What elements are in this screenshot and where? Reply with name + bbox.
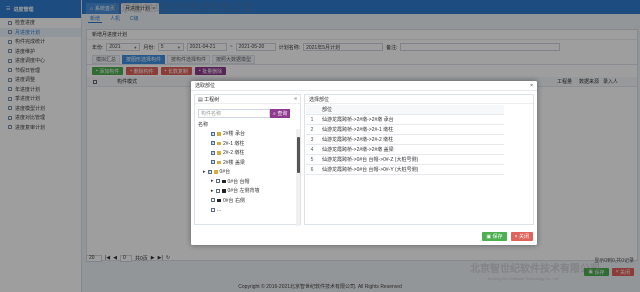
folder-icon: [217, 151, 221, 155]
tree-checkbox[interactable]: ✓: [211, 150, 215, 155]
dialog-save-button[interactable]: ▣ 保存: [482, 232, 507, 241]
tree-checkbox[interactable]: ✓: [211, 141, 215, 146]
folder-icon: [221, 179, 226, 183]
table-row[interactable]: 4 仙游龙霞跨桥->2#墩->2#墩 盖梁: [306, 145, 504, 155]
folder-icon: [213, 170, 218, 174]
expand-icon[interactable]: ▸: [203, 169, 206, 175]
selected-locations-grid: 部位 1 仙游龙霞跨桥->2#墩->2#墩 承台 2 仙游龙霞跨桥->2#墩->2#-1…: [306, 105, 504, 175]
project-tree-panel: ▤ 工程树 « 构件名称 ⌕ 查询 名称 ✓ 2#楼 承台 ✓ 2#-1 墩柱 ✓ 2#-2…: [194, 94, 301, 226]
table-row[interactable]: 1 仙游龙霞跨桥->2#墩->2#墩 承台: [306, 115, 504, 125]
table-row[interactable]: 6 仙游龙霞跨桥->0#台 台帽->0#-Y (大桩号侧): [306, 165, 504, 175]
table-row[interactable]: 2 仙游龙霞跨桥->2#墩->2#-1 墩柱: [306, 125, 504, 135]
tree-panel-header: ▤ 工程树 «: [195, 95, 300, 104]
folder-icon: [217, 160, 221, 164]
row-index: 1: [310, 116, 314, 123]
close-icon[interactable]: ×: [530, 83, 533, 89]
grid-header-row: 部位: [306, 105, 504, 115]
tree-node-label: 2#-1 墩柱: [223, 140, 245, 147]
tree-scrollbar[interactable]: [296, 129, 300, 226]
tree-checkbox[interactable]: [215, 188, 220, 193]
tree-checkbox[interactable]: [215, 179, 220, 184]
row-index: 3: [310, 136, 314, 143]
button-label: 关闭: [518, 234, 529, 240]
selected-panel-header: 选择部位: [305, 95, 533, 104]
tree-node[interactable]: ✓ 2#楼 盖梁: [195, 158, 295, 168]
folder-icon: [217, 132, 221, 136]
project-tree: ✓ 2#楼 承台 ✓ 2#-1 墩柱 ✓ 2#-2 墩柱 ✓ 2#楼 盖梁 ▸ ✓ 0#台 ▸ 0#台 …: [195, 129, 295, 226]
tree-node-label: ...: [217, 206, 222, 213]
tree-node[interactable]: ▸ ✓ 0#台: [195, 167, 295, 177]
dialog-title: 选取部位: [195, 83, 216, 89]
tree-node-label: 0#台 右侧: [223, 197, 245, 204]
tree-node[interactable]: ▸ 0#台 左侧背墙: [195, 186, 295, 196]
tree-checkbox[interactable]: ✓: [211, 160, 215, 165]
tree-checkbox[interactable]: ✓: [207, 169, 212, 174]
tree-node[interactable]: ...: [195, 205, 295, 215]
folder-icon: [221, 189, 226, 193]
tree-node-label: 2#楼 承台: [223, 131, 245, 138]
tree-checkbox[interactable]: [211, 207, 215, 212]
tree-column-label: 名称: [198, 122, 209, 128]
close-icon: ×: [514, 233, 518, 240]
row-index: 2: [310, 126, 314, 133]
row-location: 仙游龙霞跨桥->2#墩->2#-1 墩柱: [322, 127, 394, 133]
row-location: 仙游龙霞跨桥->2#墩->2#-2 墩柱: [322, 137, 394, 143]
row-index: 4: [310, 146, 314, 153]
tree-node[interactable]: ✓ 2#-1 墩柱: [195, 139, 295, 149]
dialog-close-button[interactable]: × 关闭: [510, 232, 533, 241]
collapse-icon[interactable]: «: [294, 96, 297, 102]
folder-icon: [217, 141, 221, 145]
row-index: 6: [310, 166, 314, 173]
row-location: 仙游龙霞跨桥->2#墩->2#墩 盖梁: [322, 147, 394, 153]
save-icon: ▣: [486, 233, 492, 240]
button-label: 保存: [492, 234, 503, 240]
tree-checkbox[interactable]: ✓: [211, 131, 215, 136]
expand-icon[interactable]: ▸: [211, 178, 214, 184]
tree-node[interactable]: ✓ 2#-2 墩柱: [195, 148, 295, 158]
folder-icon: [217, 198, 221, 202]
search-button[interactable]: ⌕ 查询: [270, 109, 291, 118]
component-search-input[interactable]: 构件名称: [198, 109, 270, 118]
tree-node[interactable]: ▸ 0#台 台帽: [195, 177, 295, 187]
table-row[interactable]: 3 仙游龙霞跨桥->2#墩->2#-2 墩柱: [306, 135, 504, 145]
tree-node[interactable]: 0#台 右侧: [195, 196, 295, 206]
tree-search: 构件名称 ⌕ 查询: [198, 109, 291, 118]
selected-locations-panel: 选择部位 部位 1 仙游龙霞跨桥->2#墩->2#墩 承台 2 仙游龙霞跨桥->2#墩-…: [304, 94, 534, 225]
row-location: 仙游龙霞跨桥->0#台 台帽->0#-Z (大桩号侧): [322, 157, 419, 163]
dialog-header: 选取部位 ×: [191, 81, 537, 91]
tree-node-label: 0#台: [219, 169, 231, 176]
row-location: 仙游龙霞跨桥->0#台 台帽->0#-Y (大桩号侧): [322, 167, 419, 173]
tree-node-label: 0#台 台帽: [227, 178, 250, 185]
tree-node-label: 0#台 左侧背墙: [227, 188, 260, 195]
tree-node-label: 2#楼 盖梁: [223, 159, 245, 166]
select-location-dialog: 选取部位 × ▤ 工程树 « 构件名称 ⌕ 查询 名称 ✓ 2#楼 承台 ✓ 2#-1 …: [191, 81, 537, 245]
tree-checkbox[interactable]: [211, 198, 215, 203]
search-icon: ⌕: [273, 110, 276, 117]
dialog-buttons: ▣ 保存 × 关闭: [482, 232, 533, 241]
row-location: 仙游龙霞跨桥->2#墩->2#墩 承台: [322, 117, 394, 123]
tree-node-label: 2#-2 墩柱: [223, 150, 245, 157]
scrollbar-thumb[interactable]: [296, 137, 300, 173]
grid-location-header: 部位: [322, 107, 333, 113]
row-index: 5: [310, 156, 314, 163]
tree-node[interactable]: ✓ 2#楼 承台: [195, 129, 295, 139]
table-row[interactable]: 5 仙游龙霞跨桥->0#台 台帽->0#-Z (大桩号侧): [306, 155, 504, 165]
expand-icon[interactable]: ▸: [211, 188, 214, 194]
